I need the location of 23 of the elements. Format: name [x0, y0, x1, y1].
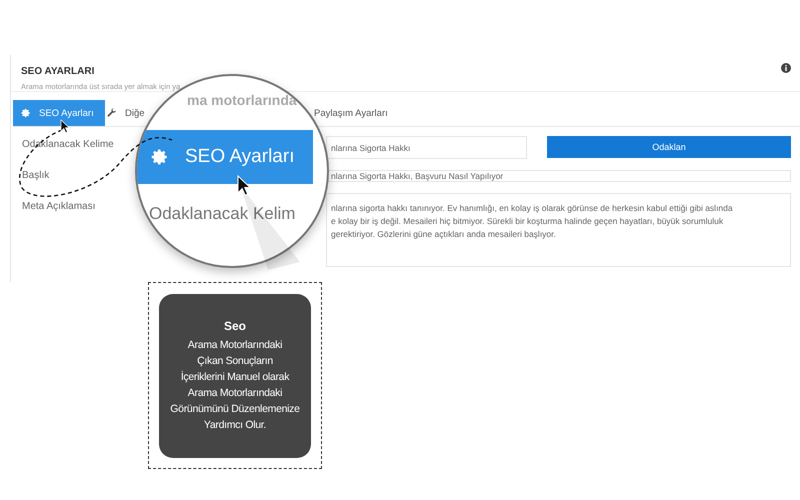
focus-button[interactable]: Odaklan: [547, 136, 791, 158]
cursor-icon: [238, 174, 252, 196]
wrench-icon: [107, 108, 117, 118]
tab-label: Diğe: [125, 108, 145, 118]
tab[interactable]: SEO Ayarları: [13, 100, 105, 126]
description-field[interactable]: nlarına sigorta hakkı tanınıyor. Ev hanımlığı, en kolay iş olarak görünse de herkesin kabul ettiği gibi aslında e kolay bir iş değil. Mesaileri hiç bitmiyor. Sürekli bir koşturma halinde geçen hayatları, büyük sorumluluk gerektiriyor. Gözlerini güne açtıkları anda mesaileri başlıyor.: [326, 193, 791, 267]
magnified-label: Odaklanacak Kelim: [149, 204, 296, 224]
keyword-field[interactable]: nlarına Sigorta Hakkı: [326, 136, 527, 159]
tab[interactable]: Diğe: [105, 108, 147, 118]
tooltip-title: Seo: [224, 318, 246, 332]
tab-label: SEO Ayarları: [39, 108, 94, 118]
magnified-tab-label: SEO Ayarları: [185, 146, 294, 168]
gear-icon: [21, 108, 31, 118]
field-label: Odaklanacak Kelime: [22, 139, 115, 150]
cursor-icon: [60, 119, 70, 134]
gear-icon: [151, 148, 169, 166]
magnified-subtitle: ma motorlarında: [187, 92, 297, 108]
panel-title: SEO AYARLARI: [21, 66, 94, 77]
info-icon[interactable]: [781, 63, 791, 73]
title-field[interactable]: nlarına Sigorta Hakkı, Başvuru Nasıl Yapılıyor: [326, 170, 791, 182]
field-label: Meta Açıklaması: [22, 201, 96, 212]
field-label: Başlık: [22, 170, 50, 181]
tooltip-text: Arama Motorlarındaki Çıkan Sonuçların İçeriklerini Manuel olarak Arama Motorlarındaki Görünümünü Düzenlemenize Yardımcı Olur.: [170, 338, 300, 432]
